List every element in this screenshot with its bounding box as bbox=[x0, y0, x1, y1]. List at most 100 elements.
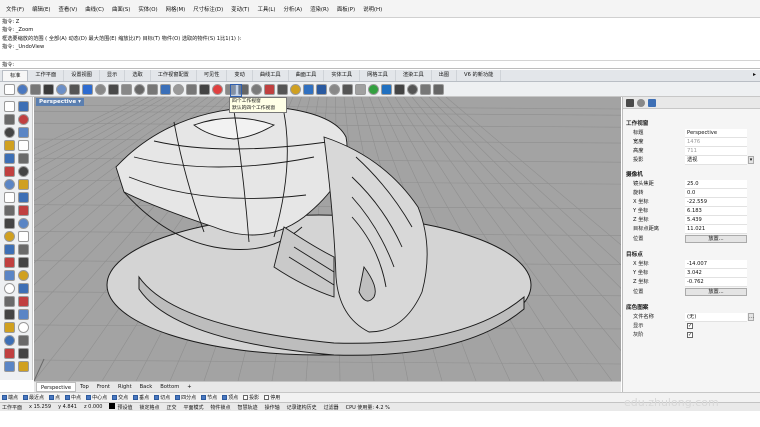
osnap-option[interactable]: 最近点 bbox=[23, 394, 44, 401]
add-viewport-tab[interactable]: + bbox=[183, 382, 195, 392]
gray-checkbox[interactable]: ✓ bbox=[687, 332, 693, 338]
toolbar-tool-icon[interactable] bbox=[433, 84, 444, 95]
left-tool-icon[interactable] bbox=[18, 361, 29, 372]
left-tool-icon[interactable] bbox=[18, 192, 29, 203]
browse-button[interactable]: … bbox=[748, 313, 754, 321]
cam-y-field[interactable]: 6.183 bbox=[685, 207, 747, 217]
target-distance-field[interactable]: 11.021 bbox=[685, 225, 747, 235]
left-tool-icon[interactable] bbox=[18, 114, 29, 125]
osnap-option[interactable]: 切点 bbox=[154, 394, 170, 401]
toolbar-tool-icon[interactable] bbox=[17, 84, 28, 95]
toolbar-tool-icon[interactable] bbox=[420, 84, 431, 95]
left-tool-icon[interactable] bbox=[18, 322, 29, 333]
toolbar-tool-icon[interactable] bbox=[303, 84, 314, 95]
toolbar-tool-icon[interactable] bbox=[82, 84, 93, 95]
viewport-tab[interactable]: Right bbox=[114, 382, 136, 392]
toolbar-tool-icon[interactable] bbox=[368, 84, 379, 95]
viewport-tab[interactable]: Back bbox=[136, 382, 157, 392]
osnap-option[interactable]: 中心点 bbox=[86, 394, 107, 401]
left-tool-icon[interactable] bbox=[18, 218, 29, 229]
left-tool-icon[interactable] bbox=[4, 244, 15, 255]
menu-item[interactable]: 编辑(E) bbox=[28, 5, 54, 13]
left-tool-icon[interactable] bbox=[4, 283, 15, 294]
menu-item[interactable]: 实体(O) bbox=[134, 5, 161, 13]
viewport-canvas[interactable] bbox=[34, 97, 621, 381]
left-tool-icon[interactable] bbox=[18, 153, 29, 164]
toolbar-tab[interactable]: 选取 bbox=[125, 70, 151, 81]
left-tool-icon[interactable] bbox=[4, 322, 15, 333]
status-layer[interactable]: 预设值 bbox=[109, 403, 132, 411]
toolbar-tool-icon[interactable] bbox=[407, 84, 418, 95]
menu-item[interactable]: 曲线(C) bbox=[81, 5, 108, 13]
left-tool-icon[interactable] bbox=[18, 166, 29, 177]
left-tool-icon[interactable] bbox=[4, 218, 15, 229]
viewport-tab[interactable]: Front bbox=[93, 382, 114, 392]
toolbar-tab[interactable]: 出图 bbox=[432, 70, 458, 81]
toolbar-tab[interactable]: 渲染工具 bbox=[396, 70, 432, 81]
status-item[interactable]: 物件锁点 bbox=[211, 404, 231, 411]
left-tool-icon[interactable] bbox=[4, 296, 15, 307]
cam-x-field[interactable]: -22.559 bbox=[685, 198, 747, 208]
toolbar-tool-icon[interactable] bbox=[43, 84, 54, 95]
left-tool-icon[interactable] bbox=[4, 309, 15, 320]
title-field[interactable]: Perspective bbox=[685, 129, 747, 139]
status-item[interactable]: 平面模式 bbox=[184, 404, 204, 411]
osnap-checkbox[interactable] bbox=[86, 395, 92, 400]
osnap-checkbox[interactable] bbox=[175, 395, 181, 400]
tabs-overflow-icon[interactable]: ▸ bbox=[753, 71, 756, 78]
osnap-checkbox[interactable] bbox=[112, 395, 118, 400]
show-checkbox[interactable]: ✓ bbox=[687, 323, 693, 329]
left-tool-icon[interactable] bbox=[4, 153, 15, 164]
toolbar-tool-icon[interactable] bbox=[95, 84, 106, 95]
toolbar-tool-icon[interactable] bbox=[186, 84, 197, 95]
left-tool-icon[interactable] bbox=[18, 231, 29, 242]
status-item[interactable]: 正交 bbox=[167, 404, 177, 411]
left-tool-icon[interactable] bbox=[4, 179, 15, 190]
osnap-option[interactable]: 停用 bbox=[264, 394, 280, 401]
filename-field[interactable]: (无) bbox=[685, 313, 747, 323]
toolbar-tab[interactable]: 标准 bbox=[2, 70, 29, 81]
menu-item[interactable]: 说明(H) bbox=[359, 5, 386, 13]
osnap-checkbox[interactable] bbox=[201, 395, 207, 400]
menu-item[interactable]: 分析(A) bbox=[279, 5, 306, 13]
left-tool-icon[interactable] bbox=[4, 192, 15, 203]
left-tool-icon[interactable] bbox=[18, 205, 29, 216]
left-tool-icon[interactable] bbox=[4, 270, 15, 281]
lens-field[interactable]: 25.0 bbox=[685, 180, 747, 190]
toolbar-tool-icon[interactable] bbox=[147, 84, 158, 95]
osnap-checkbox[interactable] bbox=[23, 395, 29, 400]
toolbar-tool-icon[interactable] bbox=[69, 84, 80, 95]
toolbar-tool-icon[interactable] bbox=[251, 84, 262, 95]
toolbar-tool-icon[interactable] bbox=[212, 84, 223, 95]
left-tool-icon[interactable] bbox=[18, 101, 29, 112]
toolbar-tab[interactable]: 可见性 bbox=[197, 70, 228, 81]
toolbar-tab[interactable]: 工作视窗配置 bbox=[151, 70, 197, 81]
left-tool-icon[interactable] bbox=[4, 127, 15, 138]
toolbar-tool-icon[interactable] bbox=[121, 84, 132, 95]
toolbar-tool-icon[interactable] bbox=[381, 84, 392, 95]
toolbar-tool-icon[interactable] bbox=[173, 84, 184, 95]
toolbar-tool-icon[interactable] bbox=[160, 84, 171, 95]
properties-tab-icon[interactable] bbox=[626, 99, 634, 107]
viewport-tab[interactable]: Perspective bbox=[36, 382, 77, 392]
left-tool-icon[interactable] bbox=[4, 231, 15, 242]
toolbar-tab[interactable]: 工作平面 bbox=[28, 70, 65, 81]
chevron-down-icon[interactable]: ▾ bbox=[748, 156, 754, 164]
osnap-option[interactable]: 端点 bbox=[2, 394, 18, 401]
left-tool-icon[interactable] bbox=[4, 348, 15, 359]
toolbar-tab[interactable]: V6 的新功能 bbox=[457, 70, 502, 81]
rotation-field[interactable]: 0.0 bbox=[685, 189, 747, 199]
menu-item[interactable]: 网格(M) bbox=[162, 5, 190, 13]
osnap-option[interactable]: 垂点 bbox=[133, 394, 149, 401]
left-tool-icon[interactable] bbox=[18, 140, 29, 151]
left-tool-icon[interactable] bbox=[18, 257, 29, 268]
osnap-checkbox[interactable] bbox=[133, 395, 139, 400]
osnap-option[interactable]: 点 bbox=[49, 394, 60, 401]
left-tool-icon[interactable] bbox=[18, 127, 29, 138]
layers-tab-icon[interactable] bbox=[637, 99, 645, 107]
toolbar-tool-icon[interactable] bbox=[316, 84, 327, 95]
toolbar-tool-icon[interactable] bbox=[394, 84, 405, 95]
toolbar-tool-icon[interactable] bbox=[134, 84, 145, 95]
menu-item[interactable]: 工具(L) bbox=[253, 5, 279, 13]
left-tool-icon[interactable] bbox=[18, 270, 29, 281]
